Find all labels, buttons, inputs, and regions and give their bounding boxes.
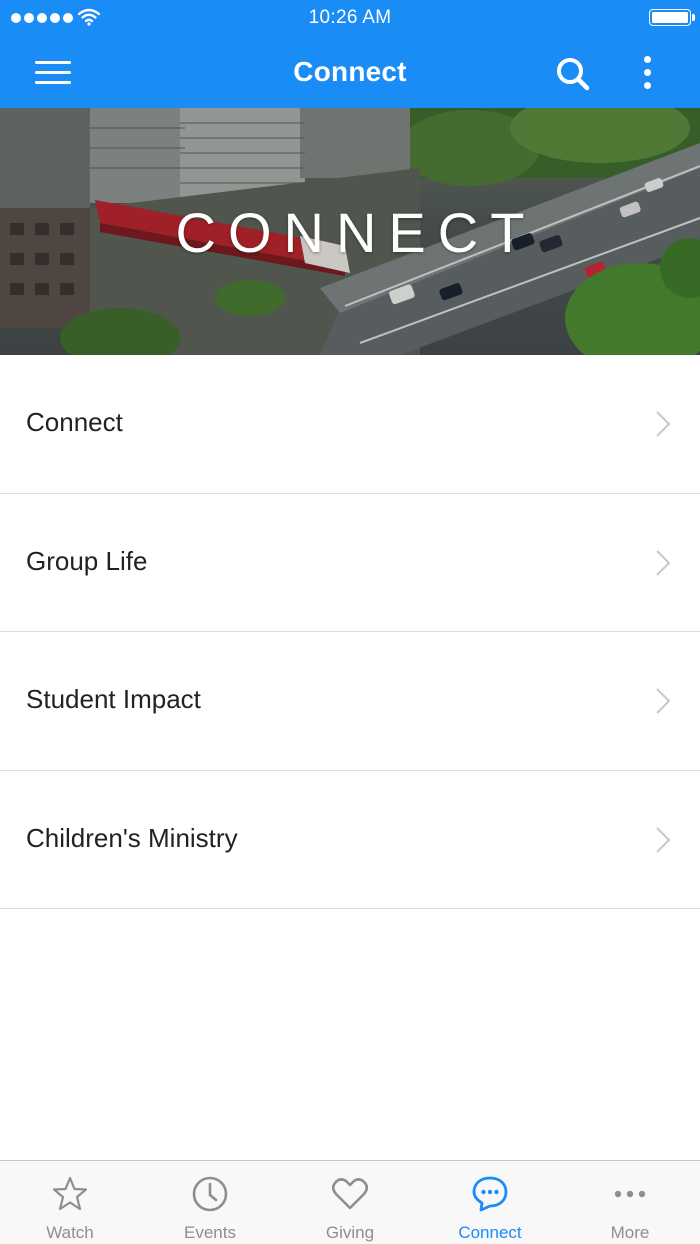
tab-label: Giving — [325, 1223, 375, 1242]
list-item-label: Group Life — [26, 545, 148, 576]
tab-watch[interactable]: Watch — [0, 1161, 140, 1244]
tab-label: More — [610, 1223, 650, 1242]
tab-giving[interactable]: Giving — [280, 1161, 420, 1244]
chevron-right-icon — [656, 688, 671, 714]
list-item-label: Children's Ministry — [26, 822, 238, 853]
battery-icon — [649, 9, 695, 26]
chat-bubble-icon — [472, 1176, 508, 1212]
list-item-connect[interactable]: Connect — [0, 355, 700, 494]
list-item-student-impact[interactable]: Student Impact — [0, 632, 700, 771]
hamburger-menu-icon[interactable] — [30, 53, 76, 91]
chevron-right-icon — [656, 826, 671, 853]
list-item-label: Connect — [26, 407, 123, 437]
top-bar: 10:26 AM Connect — [0, 0, 700, 108]
tab-connect[interactable]: Connect — [420, 1161, 560, 1244]
chevron-right-icon — [656, 549, 671, 576]
vertical-dots-icon[interactable] — [634, 53, 660, 91]
tab-bar: Watch Events Giving Connect More — [0, 1160, 700, 1244]
tab-events[interactable]: Events — [140, 1161, 280, 1244]
list-item-label: Student Impact — [26, 684, 201, 714]
status-bar: 10:26 AM — [0, 0, 700, 36]
horizontal-dots-icon — [614, 1190, 646, 1198]
star-icon — [52, 1176, 88, 1211]
hero-title: CONNECT — [175, 201, 537, 264]
connect-menu-list: Connect Group Life Student Impact Childr… — [0, 355, 700, 909]
search-icon[interactable] — [552, 53, 592, 93]
tab-label: Events — [184, 1223, 236, 1242]
heart-icon — [331, 1178, 369, 1210]
clock-icon — [192, 1176, 228, 1212]
status-time: 10:26 AM — [308, 7, 392, 28]
tab-more[interactable]: More — [560, 1161, 700, 1244]
hero-banner: CONNECT — [0, 108, 700, 355]
list-item-group-life[interactable]: Group Life — [0, 493, 700, 632]
tab-label: Watch — [46, 1223, 94, 1242]
navigation-bar: Connect — [0, 36, 700, 108]
tab-label: Connect — [458, 1223, 522, 1242]
page-title: Connect — [293, 56, 407, 87]
chevron-right-icon — [656, 411, 671, 437]
list-item-childrens-ministry[interactable]: Children's Ministry — [0, 770, 700, 909]
